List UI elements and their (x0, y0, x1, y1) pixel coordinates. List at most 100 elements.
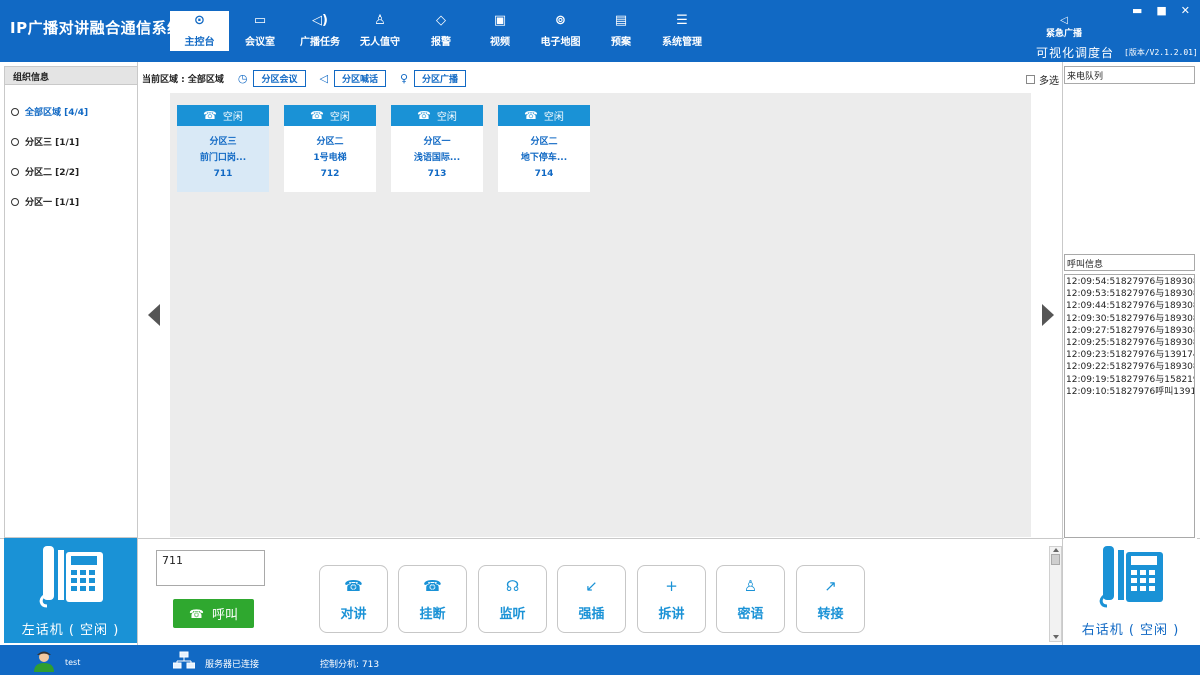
whisper-button[interactable]: ♙ 密语 (716, 565, 785, 633)
prev-page-arrow-icon[interactable] (148, 304, 160, 326)
list-item[interactable]: 12:09:22:51827976与1893086: (1065, 361, 1194, 373)
user-icon (34, 651, 54, 672)
checkbox-icon (1026, 75, 1035, 84)
list-item[interactable]: 12:09:25:51827976与1893086: (1065, 337, 1194, 349)
control-extension: 控制分机: 713 (320, 660, 380, 670)
title-bar: IP广播对讲融合通信系统 ⊙ 主控台 ▭ 会议室 ◁) 广播任务 ♙ 无人值守 ◇ 报警 … (0, 0, 1200, 62)
list-item[interactable]: 12:09:10:51827976呼叫139174: (1065, 386, 1194, 398)
nav-label: 预案 (611, 37, 631, 48)
radio-icon (11, 167, 19, 176)
headset-icon: ☊ (505, 577, 520, 595)
list-icon: ☰ (676, 13, 688, 28)
right-phone-label: 右话机 ( 空闲 ) (1081, 623, 1180, 638)
nav-video[interactable]: ▣ 视频 (471, 11, 529, 51)
org-item-label: 分区三 [1/1] (25, 138, 80, 148)
nav-label: 视频 (490, 37, 510, 48)
terminal-card-711[interactable]: ☎ 空闲 分区三 前门口岗... 711 (177, 105, 269, 192)
radio-icon (11, 197, 19, 206)
transfer-button[interactable]: ↗ 转接 (796, 565, 865, 633)
status-text: 空闲 (436, 112, 457, 123)
terminal-card-712[interactable]: ☎ 空闲 分区二 1号电梯 712 (284, 105, 376, 192)
list-item[interactable]: 12:09:27:51827976与1893086: (1065, 325, 1194, 337)
next-page-arrow-icon[interactable] (1042, 304, 1054, 326)
zone-broadcast-button[interactable]: 分区广播 (414, 69, 467, 87)
org-item-all[interactable]: 全部区域 [4/4] (11, 105, 88, 118)
nav-label: 无人值守 (360, 37, 400, 48)
dispatch-title: 可视化调度台 (1036, 46, 1115, 60)
action-label: 监听 (499, 607, 526, 622)
call-log-list[interactable]: 12:09:54:51827976与1893086: 12:09:53:5182… (1064, 274, 1195, 538)
terminal-card-714[interactable]: ☎ 空闲 分区二 地下停车... 714 (498, 105, 590, 192)
card-zone: 分区二 (316, 137, 344, 147)
megaphone-icon: ◁ (319, 71, 328, 85)
user-name: test (65, 658, 81, 667)
split-call-button[interactable]: + 拆讲 (637, 565, 706, 633)
nav-console[interactable]: ⊙ 主控台 (170, 11, 229, 51)
incoming-queue-title: 来电队列 (1064, 66, 1195, 84)
terminal-grid: ☎ 空闲 分区三 前门口岗... 711 ☎ 空闲 分区二 1号电梯 712 ☎ 空闲… (170, 93, 1031, 537)
call-button[interactable]: ☎ 呼叫 (173, 599, 254, 628)
card-number: 711 (213, 169, 233, 179)
nav-emap[interactable]: ⊚ 电子地图 (529, 11, 592, 51)
phone-icon: ☎ (203, 109, 217, 122)
multi-select-checkbox[interactable]: 多选 (1026, 72, 1059, 87)
org-item-zone-2[interactable]: 分区二 [2/2] (11, 165, 79, 178)
left-phone-button[interactable]: 左话机 ( 空闲 ) (4, 538, 137, 643)
main-nav: ⊙ 主控台 ▭ 会议室 ◁) 广播任务 ♙ 无人值守 ◇ 报警 ▣ 视频 ⊚ 电子地图 ▤ 预案… (170, 11, 714, 51)
list-item[interactable]: 12:09:23:51827976与1391745: (1065, 349, 1194, 361)
scrollbar[interactable] (1049, 546, 1062, 642)
app-title: IP广播对讲融合通信系统 (10, 19, 183, 37)
map-pin-icon: ⊚ (555, 13, 566, 28)
zone-meeting-button[interactable]: 分区会议 (253, 69, 306, 87)
maximize-icon[interactable]: ■ (1156, 4, 1166, 17)
call-info-title: 呼叫信息 (1064, 254, 1195, 271)
nav-alarm[interactable]: ◇ 报警 (411, 11, 471, 51)
dial-number-input[interactable]: 711 (156, 550, 265, 586)
microphone-icon: ♀ (399, 71, 409, 85)
intercom-button[interactable]: ☎ 对讲 (319, 565, 388, 633)
barge-in-button[interactable]: ↙ 强插 (557, 565, 626, 633)
emergency-broadcast-button[interactable]: ◁ 紧急广播 (1042, 16, 1086, 40)
status-text: 空闲 (222, 112, 243, 123)
action-label: 对讲 (340, 607, 367, 622)
card-location: 地下停车... (520, 153, 568, 163)
clock-icon: ◷ (237, 71, 248, 85)
list-item[interactable]: 12:09:19:51827976与1582196: (1065, 374, 1194, 386)
list-item[interactable]: 12:09:30:51827976与1893086: (1065, 313, 1194, 325)
nav-meeting-room[interactable]: ▭ 会议室 (229, 11, 291, 51)
action-label: 密语 (737, 607, 764, 622)
zone-shout-button[interactable]: 分区喊话 (333, 69, 386, 87)
nav-broadcast-task[interactable]: ◁) 广播任务 (291, 11, 349, 51)
scroll-down-icon[interactable] (1053, 635, 1059, 639)
card-zone: 分区二 (530, 137, 558, 147)
nav-label: 广播任务 (300, 37, 340, 48)
org-item-label: 分区二 [2/2] (25, 168, 80, 178)
list-item[interactable]: 12:09:54:51827976与1893086: (1065, 276, 1194, 288)
list-item[interactable]: 12:09:44:51827976与1893086: (1065, 300, 1194, 312)
divider (0, 538, 1200, 539)
list-item[interactable]: 12:09:53:51827976与1893086: (1065, 288, 1194, 300)
call-label: 呼叫 (211, 608, 238, 623)
right-phone-button[interactable]: 右话机 ( 空闲 ) (1064, 538, 1197, 643)
scroll-up-icon[interactable] (1053, 548, 1059, 552)
monitor-button[interactable]: ☊ 监听 (478, 565, 547, 633)
emergency-label: 紧急广播 (1045, 29, 1082, 39)
phone-icon: ☎ (344, 577, 363, 595)
minimize-icon[interactable]: ▬ (1132, 4, 1142, 17)
nav-unattended[interactable]: ♙ 无人值守 (349, 11, 411, 51)
status-bar: test 服务器已连接 控制分机: 713 (0, 645, 1200, 675)
close-icon[interactable]: ✕ (1181, 4, 1190, 17)
terminal-card-713[interactable]: ☎ 空闲 分区一 浅语国际... 713 (391, 105, 483, 192)
card-status: ☎ 空闲 (391, 105, 483, 126)
phone-icon: ☎ (310, 109, 324, 122)
nav-system-management[interactable]: ☰ 系统管理 (650, 11, 714, 51)
card-status: ☎ 空闲 (498, 105, 590, 126)
nav-label: 电子地图 (540, 37, 581, 48)
nav-plan[interactable]: ▤ 预案 (592, 11, 650, 51)
server-status: 服务器已连接 (205, 660, 260, 670)
hangup-button[interactable]: ☎ 挂断 (398, 565, 467, 633)
desk-phone-icon (39, 546, 103, 608)
org-item-zone-3[interactable]: 分区三 [1/1] (11, 135, 79, 148)
scroll-thumb[interactable] (1051, 554, 1060, 565)
org-item-zone-1[interactable]: 分区一 [1/1] (11, 195, 79, 208)
